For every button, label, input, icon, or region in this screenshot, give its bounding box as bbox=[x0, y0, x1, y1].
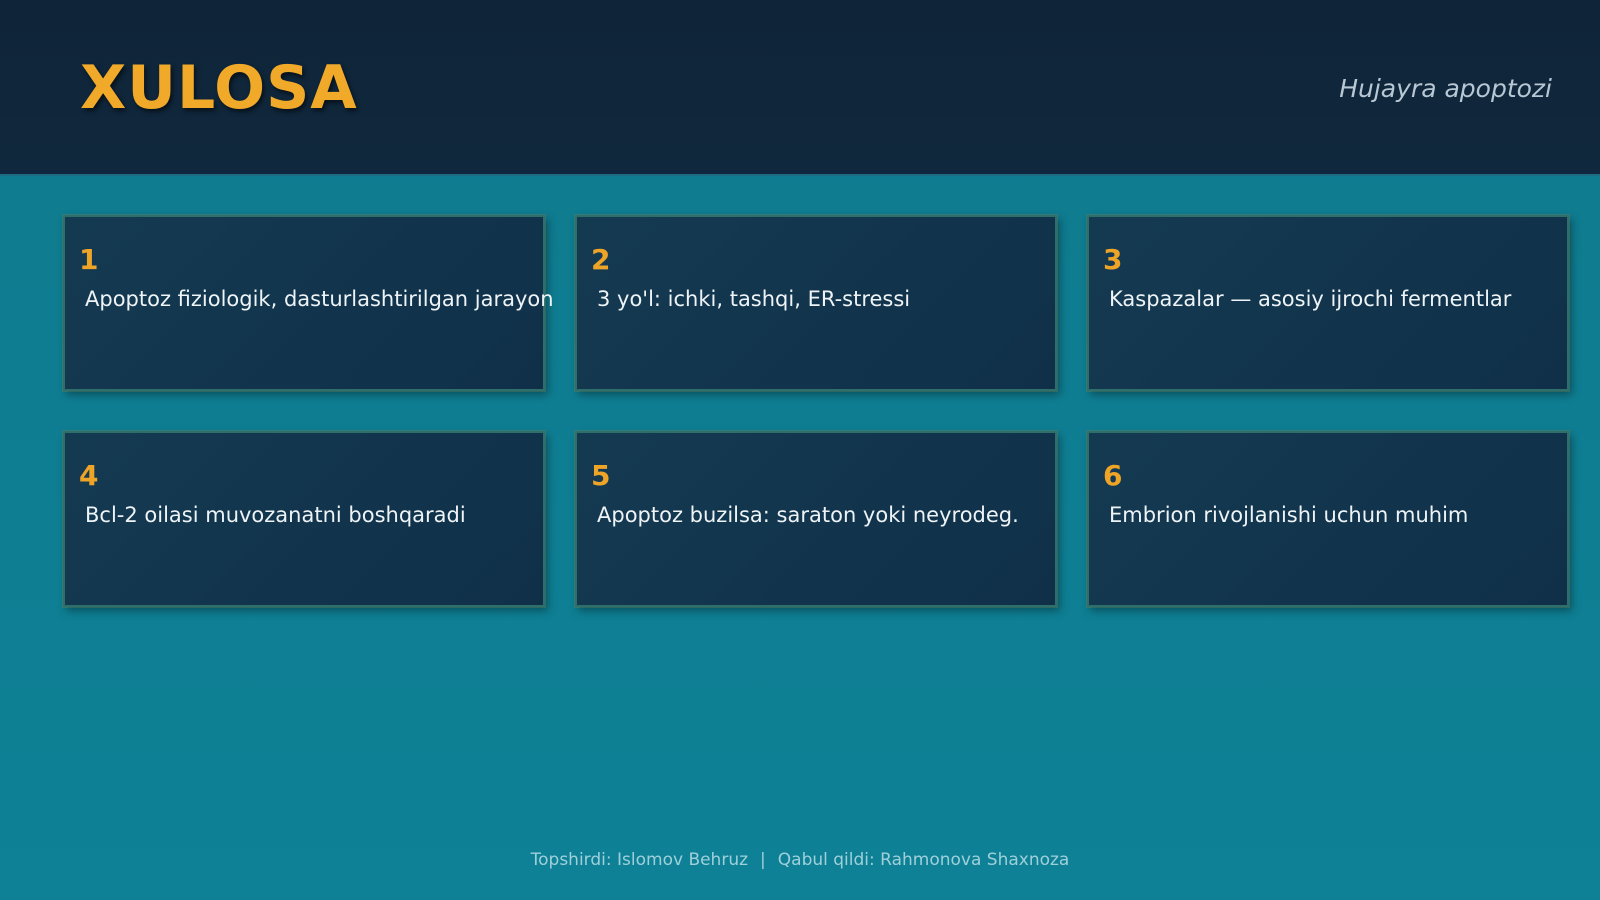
summary-card-grid: 1 Apoptoz fiziologik, dasturlashtirilgan… bbox=[63, 215, 1569, 607]
card-text: Apoptoz fiziologik, dasturlashtirilgan j… bbox=[85, 287, 554, 311]
footer-separator: | bbox=[760, 850, 766, 870]
card-text: Apoptoz buzilsa: saraton yoki neyrodeg. bbox=[597, 503, 1019, 527]
header-bar: XULOSA Hujayra apoptozi bbox=[0, 0, 1600, 176]
summary-card-3: 3 Kaspazalar — asosiy ijrochi fermentlar bbox=[1087, 215, 1569, 391]
footer-accepted-by: Qabul qildi: Rahmonova Shaxnoza bbox=[777, 850, 1070, 870]
card-number: 4 bbox=[79, 459, 99, 492]
summary-card-6: 6 Embrion rivojlanishi uchun muhim bbox=[1087, 431, 1569, 607]
card-number: 3 bbox=[1103, 243, 1123, 276]
slide-subtitle: Hujayra apoptozi bbox=[1339, 74, 1552, 103]
slide: XULOSA Hujayra apoptozi 1 Apoptoz fiziol… bbox=[0, 0, 1600, 900]
card-text: Kaspazalar — asosiy ijrochi fermentlar bbox=[1109, 287, 1512, 311]
card-text: 3 yo'l: ichki, tashqi, ER-stressi bbox=[597, 287, 911, 311]
summary-card-4: 4 Bcl-2 oilasi muvozanatni boshqaradi bbox=[63, 431, 545, 607]
card-number: 6 bbox=[1103, 459, 1123, 492]
summary-card-5: 5 Apoptoz buzilsa: saraton yoki neyrodeg… bbox=[575, 431, 1057, 607]
slide-title: XULOSA bbox=[80, 53, 358, 123]
card-number: 1 bbox=[79, 243, 99, 276]
summary-card-2: 2 3 yo'l: ichki, tashqi, ER-stressi bbox=[575, 215, 1057, 391]
footer-credits: Topshirdi: Islomov Behruz | Qabul qildi: R… bbox=[0, 848, 1600, 872]
summary-card-1: 1 Apoptoz fiziologik, dasturlashtirilgan… bbox=[63, 215, 554, 391]
card-text: Bcl-2 oilasi muvozanatni boshqaradi bbox=[85, 503, 466, 527]
footer-submitted-by: Topshirdi: Islomov Behruz bbox=[530, 850, 749, 870]
card-text: Embrion rivojlanishi uchun muhim bbox=[1109, 503, 1469, 527]
card-number: 2 bbox=[591, 243, 611, 276]
card-number: 5 bbox=[591, 459, 611, 492]
